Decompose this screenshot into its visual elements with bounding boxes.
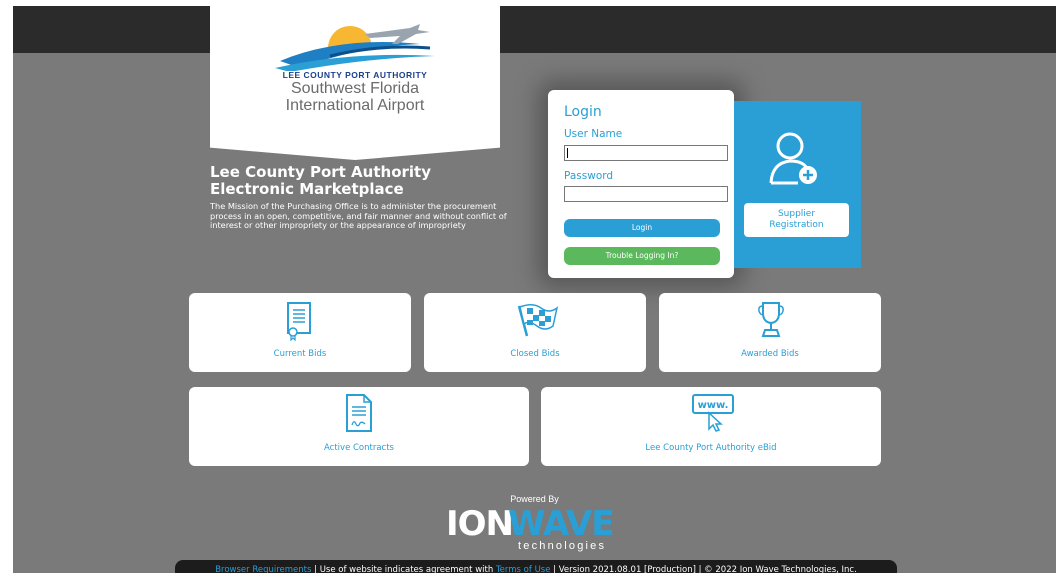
current-bids-label: Current Bids	[273, 349, 327, 359]
logo-authority-text: LEE COUNTY PORT AUTHORITY	[282, 70, 428, 80]
airport-logo-banner: LEE COUNTY PORT AUTHORITY Southwest Flor…	[210, 6, 500, 160]
certificate-document-icon	[287, 302, 311, 341]
trophy-icon	[758, 302, 784, 337]
ionwave-wave-text: WAVE	[508, 504, 615, 544]
mission-statement: The Mission of the Purchasing Office is …	[210, 201, 507, 230]
awarded-bids-label: Awarded Bids	[741, 349, 799, 359]
page-title-line2: Electronic Marketplace	[210, 180, 404, 198]
page: LEE COUNTY PORT AUTHORITY Southwest Flor…	[13, 6, 1056, 573]
active-contracts-tile[interactable]: Active Contracts	[189, 387, 529, 466]
active-contracts-label: Active Contracts	[324, 443, 394, 453]
footer-bar: Browser Requirements | Use of website in…	[175, 560, 897, 573]
ebid-tile[interactable]: www. Lee County Port Authority eBid	[541, 387, 881, 466]
login-title: Login	[564, 104, 602, 120]
login-panel: Login User Name Password Login Trouble L…	[548, 90, 734, 278]
logo-airport-line2: International Airport	[285, 97, 425, 114]
footer-version-text: | Version 2021.08.01 [Production] | © 20…	[550, 565, 857, 573]
current-bids-tile[interactable]: Current Bids	[189, 293, 411, 372]
username-input[interactable]	[564, 145, 728, 161]
page-title-line1: Lee County Port Authority	[210, 163, 431, 181]
ionwave-ion-text: ION	[446, 504, 514, 544]
contract-document-icon	[346, 394, 372, 432]
web-link-icon: www.	[692, 394, 734, 432]
username-label: User Name	[564, 128, 623, 140]
top-bar	[13, 6, 1056, 53]
supplier-panel: Supplier Registration	[728, 101, 861, 268]
supplier-registration-line1: Supplier	[777, 209, 816, 219]
ionwave-logo: ION WAVE technologies	[446, 504, 636, 556]
browser-requirements-link[interactable]: Browser Requirements	[215, 565, 311, 573]
text-caret	[567, 148, 568, 158]
add-user-icon	[769, 132, 817, 185]
ionwave-technologies-text: technologies	[518, 540, 607, 552]
awarded-bids-tile[interactable]: Awarded Bids	[659, 293, 881, 372]
logo-airport-line1: Southwest Florida	[290, 80, 420, 97]
intro-section: Lee County Port Authority Electronic Mar…	[210, 164, 520, 231]
page-title: Lee County Port Authority Electronic Mar…	[210, 164, 520, 198]
closed-bids-tile[interactable]: Closed Bids	[424, 293, 646, 372]
airport-logo-icon	[270, 24, 440, 71]
footer-agreement-text: | Use of website indicates agreement wit…	[311, 565, 496, 573]
trouble-logging-in-button[interactable]: Trouble Logging In?	[564, 247, 720, 265]
supplier-registration-button[interactable]: Supplier Registration	[744, 203, 849, 237]
password-label: Password	[564, 170, 614, 182]
powered-by-text: Powered By	[510, 494, 559, 504]
checkered-flag-icon	[517, 304, 559, 337]
www-icon-text: www.	[698, 400, 729, 411]
supplier-registration-line2: Registration	[769, 220, 824, 230]
ebid-label: Lee County Port Authority eBid	[645, 443, 777, 453]
closed-bids-label: Closed Bids	[510, 349, 560, 359]
terms-of-use-link[interactable]: Terms of Use	[496, 565, 551, 573]
password-input[interactable]	[564, 186, 728, 202]
login-button[interactable]: Login	[564, 219, 720, 237]
